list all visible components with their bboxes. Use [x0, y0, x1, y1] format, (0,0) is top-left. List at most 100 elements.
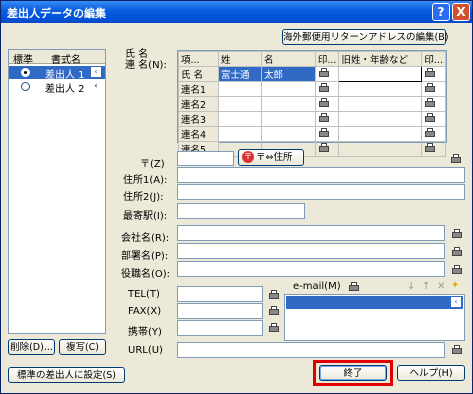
help-button[interactable]: ヘルプ(H): [397, 365, 465, 381]
printer-icon[interactable]: [348, 282, 360, 292]
station-label: 最寄駅(I):: [123, 211, 168, 222]
printer-icon[interactable]: [450, 154, 462, 164]
company-input[interactable]: [177, 225, 445, 241]
station-input[interactable]: [177, 203, 305, 219]
url-input[interactable]: [177, 342, 445, 358]
cell-surname[interactable]: [217, 81, 262, 97]
cell-given[interactable]: [260, 111, 316, 127]
cell-old-name[interactable]: [338, 141, 423, 157]
arrow-up-icon[interactable]: ↑: [422, 281, 430, 292]
print-toggle[interactable]: [421, 141, 446, 157]
names-table-header: 項... 姓 名 印... 旧姓・年齢など 印...: [178, 51, 446, 67]
printer-icon: [424, 142, 436, 153]
set-default-button[interactable]: 標準の差出人に設定(S): [8, 367, 125, 383]
title-input[interactable]: [177, 261, 445, 277]
department-input[interactable]: [177, 243, 445, 259]
arrow-down-icon[interactable]: ↓: [407, 281, 415, 292]
table-row[interactable]: 連名4: [178, 126, 446, 142]
col-item: 項...: [178, 51, 219, 67]
names-grid[interactable]: 項... 姓 名 印... 旧姓・年齢など 印... 氏 名 富士通 太郎 連名…: [177, 50, 447, 157]
printer-icon[interactable]: [268, 306, 280, 316]
printer-icon[interactable]: [268, 323, 280, 333]
col-print2: 印...: [421, 51, 446, 67]
cell-old-name[interactable]: [338, 96, 423, 112]
list-item[interactable]: ‹: [286, 296, 463, 309]
foreign-return-address-button[interactable]: 海外郵便用リターンアドレスの編集(B): [282, 29, 448, 45]
postal-address-button-label: 〒⇔住所: [256, 152, 293, 163]
cell-given[interactable]: [260, 126, 316, 142]
table-row[interactable]: 連名1: [178, 81, 446, 97]
chevron-left-icon: ‹: [91, 67, 101, 77]
tel-input[interactable]: [177, 286, 263, 302]
mobile-label: 携帯(Y): [128, 327, 162, 338]
print-toggle[interactable]: [314, 111, 340, 127]
chevron-left-icon: ‹: [451, 297, 461, 307]
cell-surname[interactable]: 富士通: [217, 66, 262, 82]
cell-given[interactable]: [260, 81, 316, 97]
cell-old-name[interactable]: [338, 111, 423, 127]
window-title: 差出人データの編集: [7, 7, 106, 20]
cell-given[interactable]: [260, 96, 316, 112]
address2-input[interactable]: [177, 184, 465, 200]
print-toggle[interactable]: [421, 66, 446, 82]
print-toggle[interactable]: [314, 126, 340, 142]
list-item[interactable]: 差出人 2 ‹: [9, 80, 105, 95]
title-bar: 差出人データの編集 ? X: [1, 1, 472, 23]
cell-item: 氏 名: [178, 66, 219, 82]
postal-address-button[interactable]: 〒〒⇔住所: [238, 149, 304, 166]
cell-surname[interactable]: [217, 96, 262, 112]
delete-button[interactable]: 削除(D)...: [8, 339, 55, 355]
cell-old-name[interactable]: [338, 66, 423, 82]
print-toggle[interactable]: [314, 81, 340, 97]
address1-input[interactable]: [177, 167, 465, 183]
cell-old-name[interactable]: [338, 126, 423, 142]
print-toggle[interactable]: [421, 96, 446, 112]
help-title-button[interactable]: ?: [432, 3, 450, 21]
names-table: 項... 姓 名 印... 旧姓・年齢など 印... 氏 名 富士通 太郎 連名…: [178, 51, 446, 157]
printer-icon: [424, 112, 436, 123]
printer-icon[interactable]: [451, 229, 463, 239]
mobile-input[interactable]: [177, 320, 263, 336]
copy-button[interactable]: 複写(C): [59, 339, 106, 355]
postal-label: 〒(Z): [140, 159, 165, 170]
printer-icon[interactable]: [451, 247, 463, 257]
radio-unselected[interactable]: [21, 82, 30, 91]
cell-old-name[interactable]: [338, 81, 423, 97]
printer-icon[interactable]: [451, 345, 463, 355]
cell-given[interactable]: 太郎: [260, 66, 316, 82]
printer-icon: [318, 142, 330, 153]
print-toggle[interactable]: [421, 126, 446, 142]
close-button[interactable]: 終了: [319, 365, 387, 381]
dialog-window: 差出人データの編集 ? X 標準 書式名 差出人 1 ‹ 差出人 2 ‹ 削除(…: [0, 0, 473, 394]
table-row[interactable]: 連名3: [178, 111, 446, 127]
cell-surname[interactable]: [217, 126, 262, 142]
close-title-button[interactable]: X: [452, 3, 470, 21]
print-toggle[interactable]: [421, 111, 446, 127]
print-toggle[interactable]: [314, 66, 340, 82]
table-row[interactable]: 氏 名 富士通 太郎: [178, 66, 446, 82]
list-item-name: 差出人 2: [45, 84, 85, 95]
printer-icon: [424, 97, 436, 108]
col-old-name: 旧姓・年齢など: [338, 51, 423, 67]
chevron-left-icon: ‹: [94, 81, 98, 90]
printer-icon[interactable]: [451, 265, 463, 275]
sender-list[interactable]: 標準 書式名 差出人 1 ‹ 差出人 2 ‹: [8, 49, 106, 334]
fax-label: FAX(X): [128, 306, 162, 317]
radio-selected[interactable]: [21, 68, 30, 77]
print-toggle[interactable]: [314, 141, 340, 157]
printer-icon[interactable]: [268, 290, 280, 300]
cell-surname[interactable]: [217, 111, 262, 127]
list-item[interactable]: 差出人 1 ‹: [9, 66, 105, 81]
delete-x-icon[interactable]: ✕: [437, 281, 445, 292]
cell-item: 連名3: [178, 111, 219, 127]
print-toggle[interactable]: [314, 96, 340, 112]
email-list[interactable]: ‹: [284, 294, 465, 341]
postal-input[interactable]: [177, 151, 234, 166]
table-row[interactable]: 連名2: [178, 96, 446, 112]
title-label: 役職名(O):: [121, 269, 171, 280]
new-star-icon[interactable]: ✦: [451, 280, 459, 291]
sender-list-header: 標準 書式名: [9, 50, 105, 66]
printer-icon: [318, 127, 330, 138]
print-toggle[interactable]: [421, 81, 446, 97]
fax-input[interactable]: [177, 303, 263, 319]
